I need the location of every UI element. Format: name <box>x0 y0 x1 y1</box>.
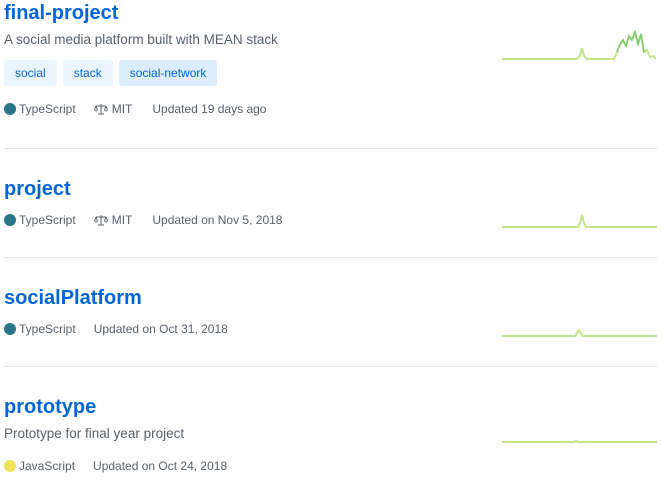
topic-tag[interactable]: stack <box>62 60 113 86</box>
repo-name-link[interactable]: socialPlatform <box>4 285 142 311</box>
repo-language: TypeScript <box>4 321 76 337</box>
language-color-dot <box>4 323 16 335</box>
repo-name-link[interactable]: final-project <box>4 0 118 26</box>
repo-item-socialPlatform: socialPlatform TypeScript Updated on Oct… <box>4 258 657 367</box>
license-label: MIT <box>111 102 133 116</box>
repo-license[interactable]: MIT <box>93 212 133 228</box>
repo-updated: Updated on Nov 5, 2018 <box>152 213 283 227</box>
activity-sparkline <box>502 439 657 443</box>
law-scale-icon <box>93 104 108 115</box>
language-label: TypeScript <box>19 322 76 336</box>
language-label: TypeScript <box>19 213 76 227</box>
language-color-dot <box>4 460 16 472</box>
repo-updated: Updated on Oct 31, 2018 <box>93 322 228 336</box>
repo-meta: JavaScript Updated on Oct 24, 2018 <box>4 458 657 474</box>
law-scale-icon <box>93 215 108 226</box>
topic-tag[interactable]: social-network <box>118 60 218 86</box>
language-label: TypeScript <box>19 102 76 116</box>
repo-language: TypeScript <box>4 212 76 228</box>
repo-meta: TypeScript MIT Updated 19 days ago <box>4 101 657 117</box>
repo-item-project: project TypeScript MIT Updated on Nov 5,… <box>4 149 657 258</box>
repo-updated: Updated on Oct 24, 2018 <box>93 459 228 473</box>
topic-tag[interactable]: social <box>4 60 57 86</box>
repo-language: JavaScript <box>4 458 75 474</box>
repo-item-prototype: prototype Prototype for final year proje… <box>4 367 657 497</box>
repo-name-link[interactable]: project <box>4 176 71 202</box>
repo-item-final-project: final-project A social media platform bu… <box>4 0 657 149</box>
topic-list: social stack social-network <box>4 60 657 86</box>
language-color-dot <box>4 214 16 226</box>
repository-list: final-project A social media platform bu… <box>4 0 657 497</box>
activity-sparkline <box>502 214 657 228</box>
activity-sparkline <box>502 328 657 337</box>
repo-language: TypeScript <box>4 101 76 117</box>
language-color-dot <box>4 103 16 115</box>
language-label: JavaScript <box>19 459 76 473</box>
license-label: MIT <box>111 213 133 227</box>
activity-sparkline <box>502 30 657 60</box>
repo-name-link[interactable]: prototype <box>4 394 96 420</box>
repo-updated: Updated 19 days ago <box>152 102 267 116</box>
repo-license[interactable]: MIT <box>93 101 133 117</box>
